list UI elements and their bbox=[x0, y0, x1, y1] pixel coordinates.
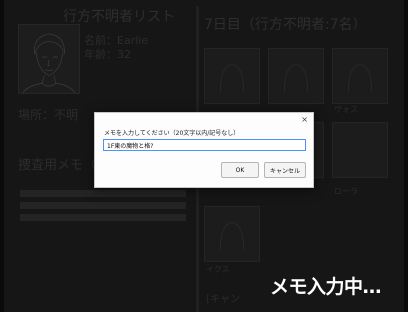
cancel-button[interactable]: キャンセル bbox=[264, 162, 306, 178]
character-portrait bbox=[18, 24, 80, 94]
missing-person-card[interactable] bbox=[204, 48, 260, 104]
dialog-prompt-text: メモを入力してください（20文字以内/記号なし） bbox=[104, 130, 240, 137]
memo-input-caption: メモ入力中… bbox=[270, 276, 382, 298]
card-label: ヴォス bbox=[334, 105, 358, 114]
character-location: 場所：不明 bbox=[18, 108, 79, 122]
investigation-memo-heading: 捜査用メモ（ bbox=[18, 158, 97, 173]
card-portrait bbox=[348, 64, 372, 92]
memo-line bbox=[20, 202, 186, 209]
memo-input[interactable] bbox=[103, 139, 306, 151]
missing-person-card[interactable] bbox=[268, 48, 324, 104]
memo-line bbox=[20, 214, 186, 221]
close-icon[interactable]: × bbox=[301, 115, 308, 124]
card-portrait bbox=[220, 64, 244, 92]
ok-button[interactable]: OK bbox=[221, 162, 259, 178]
portrait-sketch bbox=[22, 33, 76, 93]
missing-person-card[interactable] bbox=[332, 48, 388, 104]
card-label: ローラ bbox=[334, 187, 358, 196]
memo-prompt-dialog: × メモを入力してください（20文字以内/記号なし） OK キャンセル bbox=[94, 112, 314, 188]
card-portrait bbox=[284, 64, 308, 92]
character-age: 年齢：32 bbox=[84, 48, 131, 61]
missing-person-card[interactable] bbox=[332, 122, 388, 178]
missing-person-card[interactable] bbox=[204, 206, 260, 262]
day-status-title: 7日目（行方不明者:7名） bbox=[204, 17, 367, 33]
card-label: イクス bbox=[206, 265, 230, 274]
memo-line bbox=[20, 190, 186, 197]
missing-list-title: 行方不明者リスト bbox=[63, 9, 175, 25]
cancel-link[interactable]: [キャン bbox=[206, 290, 240, 305]
card-portrait bbox=[220, 222, 244, 250]
